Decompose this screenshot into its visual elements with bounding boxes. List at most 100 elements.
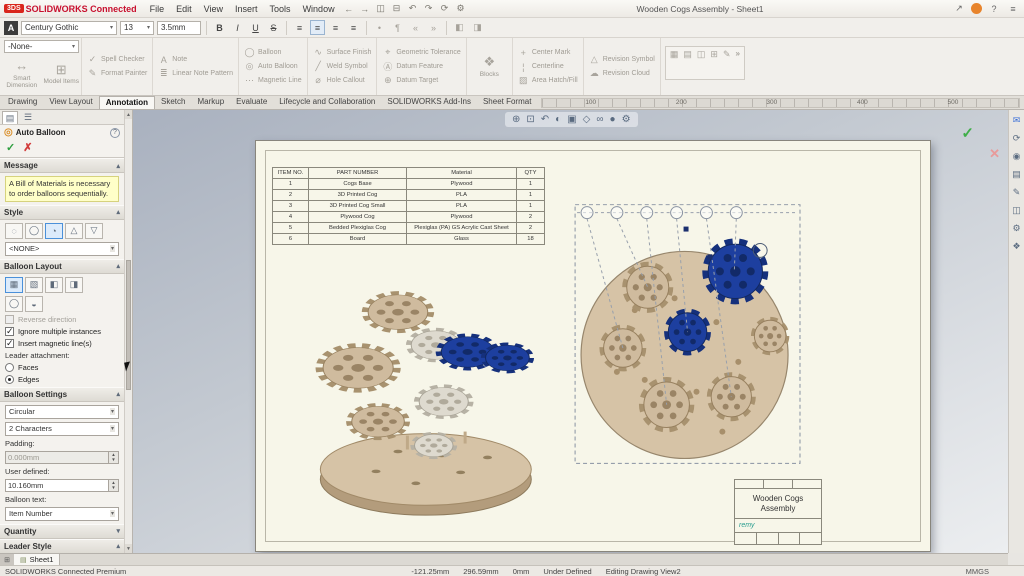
section-leader-style[interactable]: Leader Style ▴	[0, 539, 124, 554]
menu-edit[interactable]: Edit	[171, 3, 197, 15]
graphics-area[interactable]: ⊕ ⊡ ↶ ◐ ▣ ◇ ∞ ● ⚙ ✓ ✕	[133, 110, 1008, 553]
smart-dimension-button[interactable]: ↔ Smart Dimension	[2, 53, 42, 95]
undo-icon[interactable]: ↶	[406, 2, 420, 16]
align-right-icon[interactable]: ≡	[328, 20, 343, 35]
forward-icon[interactable]: →	[358, 2, 372, 16]
zoom-area-icon[interactable]: ⊡	[526, 114, 534, 125]
share-icon[interactable]: ↗	[952, 2, 966, 16]
propertymanager-tab[interactable]: ▤	[2, 111, 18, 124]
scroll-down-icon[interactable]: ▼	[125, 544, 132, 553]
font-size-select[interactable]: 13 ▾	[120, 21, 154, 35]
style-triangle-icon[interactable]: ▽	[85, 223, 103, 239]
hole-table-icon[interactable]: ◫	[697, 49, 706, 60]
revision-symbol-button[interactable]: △ Revision Symbol	[589, 53, 655, 66]
drawing-view2-top[interactable]	[581, 242, 788, 458]
more-icon[interactable]: »	[736, 49, 740, 58]
style-dropdown[interactable]: <NONE> ▾	[5, 242, 119, 256]
user-defined-field[interactable]: 10.160mm	[5, 479, 109, 492]
align-center-icon[interactable]: ≡	[310, 20, 325, 35]
drawing-sheet[interactable]: ITEM NO. PART NUMBER Material QTY 1 Cogs…	[255, 140, 931, 552]
geometric-tolerance-button[interactable]: ⌖ Geometric Tolerance	[382, 46, 460, 59]
balloon-style-dropdown[interactable]: Circular ▾	[5, 405, 119, 419]
section-message[interactable]: Message ▴	[0, 158, 124, 173]
section-balloon-settings[interactable]: Balloon Settings ▴	[0, 387, 124, 402]
view-orientation-icon[interactable]: ▣	[567, 114, 576, 125]
previous-view-icon[interactable]: ↶	[541, 114, 549, 125]
format-painter-button[interactable]: ✎ Format Painter	[87, 67, 147, 80]
compass-icon[interactable]: ❖	[1012, 241, 1020, 252]
bullets-icon[interactable]: •	[372, 20, 387, 35]
refresh-icon[interactable]: ⟳	[1013, 133, 1021, 144]
indent-icon[interactable]: »	[426, 20, 441, 35]
menu-insert[interactable]: Insert	[230, 3, 263, 15]
tab-lifecycle[interactable]: Lifecycle and Collaboration	[273, 96, 381, 109]
units-indicator[interactable]: MMGS	[966, 567, 989, 576]
edges-radio[interactable]: Edges	[5, 375, 119, 384]
linear-note-pattern-button[interactable]: ≣ Linear Note Pattern	[158, 67, 233, 80]
sheet-tab-corner-icon[interactable]: ⊞	[0, 554, 14, 565]
help-icon[interactable]: ?	[987, 2, 1001, 16]
blocks-button[interactable]: ❖ Blocks	[472, 38, 507, 95]
text-height-field[interactable]: 3.5mm	[157, 21, 201, 35]
markup-icon[interactable]: ✎	[1013, 187, 1021, 198]
weld-symbol-button[interactable]: ╱ Weld Symbol	[313, 60, 372, 73]
text-format-icon[interactable]: A	[4, 21, 18, 35]
table-icon[interactable]: ▦	[670, 49, 679, 60]
spell-checker-button[interactable]: ✓ Spell Checker	[87, 53, 147, 66]
tab-view-layout[interactable]: View Layout	[43, 96, 98, 109]
model-items-button[interactable]: ⊞ Model Items	[42, 53, 82, 95]
datum-target-button[interactable]: ⊕ Datum Target	[382, 74, 460, 87]
hide-show-items-icon[interactable]: ∞	[596, 114, 603, 125]
ignore-multiple-instances-checkbox[interactable]: Ignore multiple instances	[5, 327, 119, 336]
menu-tools[interactable]: Tools	[265, 3, 296, 15]
pattern-bottom-icon[interactable]: ▧	[25, 277, 43, 293]
section-view-icon[interactable]: ◐	[555, 114, 561, 125]
align-left-icon[interactable]: ≡	[292, 20, 307, 35]
centerline-button[interactable]: ¦ Centerline	[518, 60, 578, 73]
bom-icon[interactable]: ⊞	[710, 49, 718, 60]
general-table-icon[interactable]: ▤	[683, 49, 692, 60]
title-block[interactable]: Wooden Cogs Assembly remy	[734, 479, 822, 545]
magnetic-line-button[interactable]: ⋯ Magnetic Line	[244, 74, 302, 87]
note-button[interactable]: A Note	[158, 53, 233, 66]
area-hatch-button[interactable]: ▨ Area Hatch/Fill	[518, 74, 578, 87]
menu-icon[interactable]: ≡	[1006, 2, 1020, 16]
style-diamond-icon[interactable]: △	[65, 223, 83, 239]
comments-icon[interactable]: ✉	[1013, 115, 1021, 126]
outdent-icon[interactable]: «	[408, 20, 423, 35]
help-icon[interactable]: ?	[110, 128, 120, 138]
pattern-square-icon[interactable]: ▦	[5, 277, 23, 293]
user-avatar[interactable]	[971, 3, 982, 14]
scroll-up-icon[interactable]: ▲	[125, 110, 132, 119]
cancel-button[interactable]: ✗	[23, 141, 32, 154]
balloon-button[interactable]: ◯ Balloon	[244, 46, 302, 59]
section-style[interactable]: Style ▴	[0, 205, 124, 220]
pattern-right-icon[interactable]: ◨	[65, 277, 83, 293]
tab-addins[interactable]: SOLIDWORKS Add-Ins	[381, 96, 477, 109]
style-split-icon[interactable]: ◔	[45, 223, 63, 239]
pattern-left-icon[interactable]: ◧	[45, 277, 63, 293]
save-icon[interactable]: ◫	[374, 2, 388, 16]
column-left-icon[interactable]: ◧	[452, 20, 467, 35]
reverse-direction-checkbox[interactable]: Reverse direction	[5, 315, 119, 324]
drawing-view1-isometric[interactable]	[320, 294, 531, 516]
bom-table[interactable]: ITEM NO. PART NUMBER Material QTY 1 Cogs…	[272, 167, 545, 245]
column-right-icon[interactable]: ◨	[470, 20, 485, 35]
pattern-top-icon[interactable]: ◒	[25, 296, 43, 312]
sheet1-tab[interactable]: ▤ Sheet1	[14, 554, 60, 565]
revision-cloud-button[interactable]: ☁ Revision Cloud	[589, 67, 655, 80]
configuration-tab[interactable]: ☰	[20, 111, 36, 124]
align-justify-icon[interactable]: ≡	[346, 20, 361, 35]
strikethrough-button[interactable]: S	[266, 20, 281, 35]
ok-button[interactable]: ✓	[6, 141, 15, 154]
view-settings-icon[interactable]: ⚙	[622, 114, 631, 125]
print-icon[interactable]: ⊟	[390, 2, 404, 16]
confirm-ok-button[interactable]: ✓	[961, 124, 974, 142]
datum-feature-button[interactable]: Ⓐ Datum Feature	[382, 60, 460, 73]
display-style-icon[interactable]: ◇	[583, 114, 591, 125]
tab-markup[interactable]: Markup	[191, 96, 230, 109]
user-defined-stepper[interactable]: ▲▼	[109, 479, 119, 492]
panel-scrollbar[interactable]: ▲ ▼	[124, 110, 132, 553]
zoom-fit-icon[interactable]: ⊕	[512, 114, 520, 125]
font-name-select[interactable]: Century Gothic ▾	[21, 21, 117, 35]
